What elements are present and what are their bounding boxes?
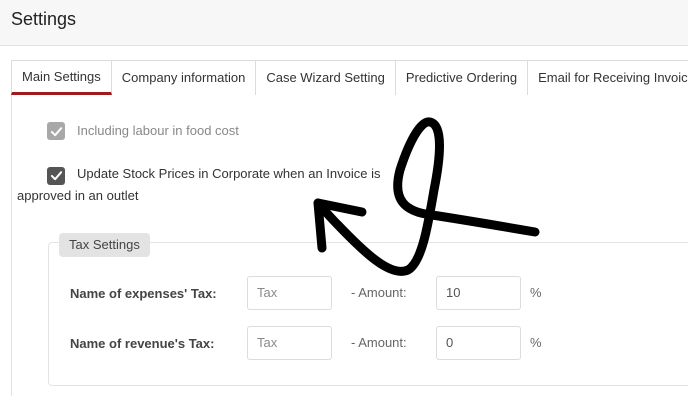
revenue-amount-label: - Amount: bbox=[351, 335, 407, 350]
page-title: Settings bbox=[11, 9, 77, 29]
checkmark-icon bbox=[50, 126, 62, 136]
labour-option-label: Including labour in food cost bbox=[77, 123, 239, 138]
checkmark-icon bbox=[50, 171, 62, 181]
stock-prices-checkbox[interactable] bbox=[47, 166, 65, 185]
revenue-tax-label: Name of revenue's Tax: bbox=[70, 336, 215, 351]
labour-checkbox[interactable] bbox=[47, 122, 65, 140]
revenue-tax-name-input[interactable]: Tax bbox=[247, 326, 332, 360]
expenses-tax-label: Name of expenses' Tax: bbox=[70, 286, 217, 301]
tab-company-information[interactable]: Company information bbox=[111, 60, 257, 95]
revenue-amount-input[interactable]: 0 bbox=[436, 326, 521, 360]
hand-drawn-arrow-icon bbox=[313, 117, 540, 276]
tab-email-for-receiving-invoice[interactable]: Email for Receiving Invoice bbox=[528, 60, 688, 95]
settings-tabs: Main Settings Company information Case W… bbox=[11, 60, 688, 95]
tax-settings-legend: Tax Settings bbox=[59, 233, 150, 257]
tab-case-wizard-setting[interactable]: Case Wizard Setting bbox=[256, 60, 396, 95]
tab-predictive-ordering[interactable]: Predictive Ordering bbox=[395, 60, 529, 95]
labour-option: Including labour in food cost bbox=[47, 122, 239, 140]
tab-main-settings[interactable]: Main Settings bbox=[11, 60, 112, 95]
revenue-percent-unit: % bbox=[530, 335, 542, 350]
settings-header: Settings bbox=[0, 0, 688, 46]
